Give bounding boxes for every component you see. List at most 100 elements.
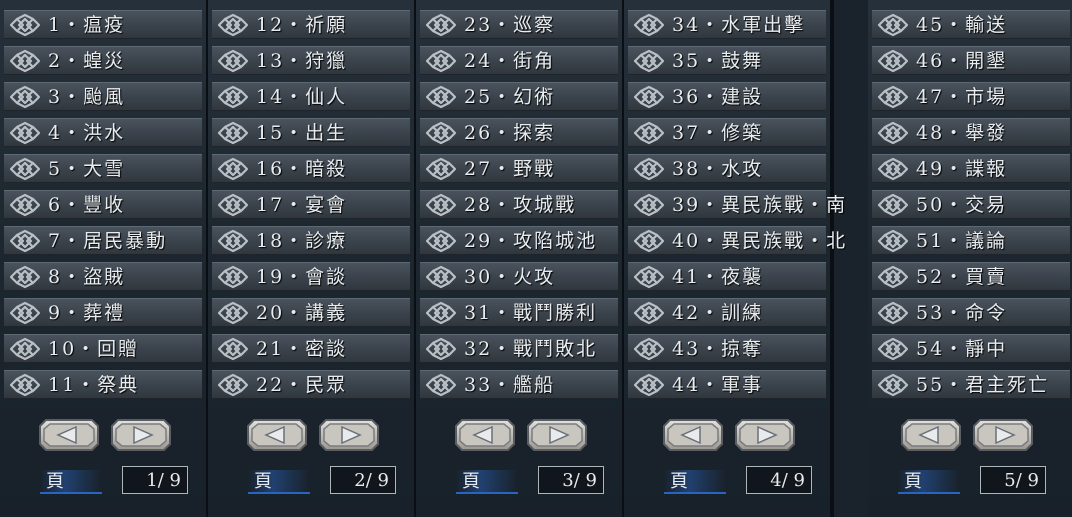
event-list-item[interactable]: 50・交易 xyxy=(872,190,1070,219)
event-list-item[interactable]: 28・攻城戰 xyxy=(420,190,618,219)
event-list-item[interactable]: 19・會談 xyxy=(212,262,410,291)
event-label: 43・掠奪 xyxy=(672,338,764,360)
event-list-item[interactable]: 38・水攻 xyxy=(628,154,826,183)
event-list-item[interactable]: 44・軍事 xyxy=(628,370,826,399)
event-list-item[interactable]: 6・豐收 xyxy=(4,190,202,219)
event-list-item[interactable]: 5・大雪 xyxy=(4,154,202,183)
event-list-item[interactable]: 53・命令 xyxy=(872,298,1070,327)
event-list-item[interactable]: 41・夜襲 xyxy=(628,262,826,291)
event-list-item[interactable]: 42・訓練 xyxy=(628,298,826,327)
event-list-item[interactable]: 7・居民暴動 xyxy=(4,226,202,255)
event-list-item[interactable]: 2・蝗災 xyxy=(4,46,202,75)
event-label: 40・異民族戰・北 xyxy=(672,230,848,252)
event-list-item[interactable]: 13・狩獵 xyxy=(212,46,410,75)
event-label: 55・君主死亡 xyxy=(916,374,1050,396)
event-list-item[interactable]: 20・講義 xyxy=(212,298,410,327)
next-page-button[interactable] xyxy=(318,418,380,452)
endless-knot-icon xyxy=(632,229,668,253)
page-number-display: 3/ 9 xyxy=(538,466,604,494)
event-list-item[interactable]: 43・掠奪 xyxy=(628,334,826,363)
event-list-item[interactable]: 30・火攻 xyxy=(420,262,618,291)
event-list-item[interactable]: 11・祭典 xyxy=(4,370,202,399)
endless-knot-icon xyxy=(8,229,44,253)
endless-knot-icon xyxy=(876,13,912,37)
event-list-item[interactable]: 48・舉發 xyxy=(872,118,1070,147)
event-list-item[interactable]: 46・開墾 xyxy=(872,46,1070,75)
event-list-item[interactable]: 3・颱風 xyxy=(4,82,202,111)
event-list-item[interactable]: 18・診療 xyxy=(212,226,410,255)
event-label: 32・戰鬥敗北 xyxy=(464,338,598,360)
prev-page-button[interactable] xyxy=(662,418,724,452)
event-list-item[interactable]: 49・諜報 xyxy=(872,154,1070,183)
endless-knot-icon xyxy=(216,49,252,73)
event-list-item[interactable]: 32・戰鬥敗北 xyxy=(420,334,618,363)
next-page-button[interactable] xyxy=(972,418,1034,452)
event-list-item[interactable]: 55・君主死亡 xyxy=(872,370,1070,399)
prev-page-button[interactable] xyxy=(246,418,308,452)
event-label: 8・盜賊 xyxy=(48,266,126,288)
event-list-item[interactable]: 31・戰鬥勝利 xyxy=(420,298,618,327)
event-list-item[interactable]: 35・鼓舞 xyxy=(628,46,826,75)
event-list-item[interactable]: 24・街角 xyxy=(420,46,618,75)
endless-knot-icon xyxy=(632,85,668,109)
event-list-item[interactable]: 21・密談 xyxy=(212,334,410,363)
event-list-item[interactable]: 52・買賣 xyxy=(872,262,1070,291)
event-list-item[interactable]: 34・水軍出擊 xyxy=(628,10,826,39)
event-list-item[interactable]: 9・葬禮 xyxy=(4,298,202,327)
event-list-item[interactable]: 10・回贈 xyxy=(4,334,202,363)
endless-knot-icon xyxy=(632,157,668,181)
event-list-item[interactable]: 23・巡察 xyxy=(420,10,618,39)
event-label: 41・夜襲 xyxy=(672,266,764,288)
event-list-item[interactable]: 51・議論 xyxy=(872,226,1070,255)
event-label: 13・狩獵 xyxy=(256,50,348,72)
event-list-item[interactable]: 27・野戰 xyxy=(420,154,618,183)
event-list-item[interactable]: 22・民眾 xyxy=(212,370,410,399)
endless-knot-icon xyxy=(424,373,460,397)
event-list-item[interactable]: 45・輸送 xyxy=(872,10,1070,39)
event-list-item[interactable]: 15・出生 xyxy=(212,118,410,147)
endless-knot-icon xyxy=(632,193,668,217)
event-list-item[interactable]: 39・異民族戰・南 xyxy=(628,190,845,219)
event-label: 6・豐收 xyxy=(48,194,126,216)
event-label: 23・巡察 xyxy=(464,14,556,36)
prev-page-button[interactable] xyxy=(900,418,962,452)
prev-page-button[interactable] xyxy=(38,418,100,452)
event-list-item[interactable]: 47・市場 xyxy=(872,82,1070,111)
event-label: 44・軍事 xyxy=(672,374,764,396)
event-list-item[interactable]: 37・修築 xyxy=(628,118,826,147)
event-list-item[interactable]: 36・建設 xyxy=(628,82,826,111)
endless-knot-icon xyxy=(424,193,460,217)
event-label: 35・鼓舞 xyxy=(672,50,764,72)
event-list-item[interactable]: 12・祈願 xyxy=(212,10,410,39)
event-list-item[interactable]: 4・洪水 xyxy=(4,118,202,147)
event-list-item[interactable]: 29・攻陷城池 xyxy=(420,226,618,255)
event-list-item[interactable]: 25・幻術 xyxy=(420,82,618,111)
prev-page-button[interactable] xyxy=(454,418,516,452)
event-list-item[interactable]: 16・暗殺 xyxy=(212,154,410,183)
event-list-item[interactable]: 14・仙人 xyxy=(212,82,410,111)
endless-knot-icon xyxy=(8,13,44,37)
next-page-button[interactable] xyxy=(526,418,588,452)
event-list-item[interactable]: 1・瘟疫 xyxy=(4,10,202,39)
event-label: 54・靜中 xyxy=(916,338,1008,360)
event-list-item[interactable]: 17・宴會 xyxy=(212,190,410,219)
event-list-item[interactable]: 40・異民族戰・北 xyxy=(628,226,845,255)
event-list-item[interactable]: 8・盜賊 xyxy=(4,262,202,291)
event-label: 33・艦船 xyxy=(464,374,556,396)
endless-knot-icon xyxy=(8,193,44,217)
endless-knot-icon xyxy=(876,193,912,217)
event-list-item[interactable]: 26・探索 xyxy=(420,118,618,147)
next-page-button[interactable] xyxy=(734,418,796,452)
endless-knot-icon xyxy=(424,49,460,73)
endless-knot-icon xyxy=(632,337,668,361)
endless-knot-icon xyxy=(8,373,44,397)
event-list-item[interactable]: 33・艦船 xyxy=(420,370,618,399)
event-list-item[interactable]: 54・靜中 xyxy=(872,334,1070,363)
endless-knot-icon xyxy=(216,301,252,325)
event-label: 15・出生 xyxy=(256,122,348,144)
event-label: 26・探索 xyxy=(464,122,556,144)
endless-knot-icon xyxy=(8,337,44,361)
next-page-button[interactable] xyxy=(110,418,172,452)
event-label: 18・診療 xyxy=(256,230,348,252)
event-label: 22・民眾 xyxy=(256,374,348,396)
